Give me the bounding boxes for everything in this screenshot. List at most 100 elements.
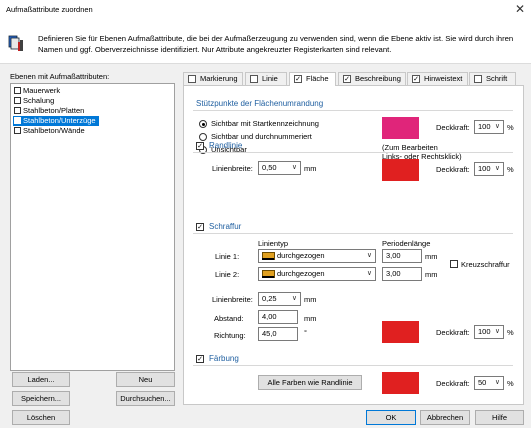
layer-icon bbox=[14, 87, 21, 94]
fill-checkbox[interactable]: ✓ bbox=[196, 355, 204, 363]
tab-hinweistext[interactable]: ✓ Hinweistext bbox=[407, 72, 468, 85]
hatch-title: Schraffur bbox=[209, 222, 242, 231]
new-button[interactable]: Neu bbox=[116, 372, 175, 387]
hatch-width-label: Linienbreite: bbox=[212, 295, 253, 304]
layers-label: Ebenen mit Aufmaßattributen: bbox=[10, 72, 110, 81]
spacing-label: Abstand: bbox=[214, 314, 244, 323]
tab-label: Linie bbox=[262, 74, 278, 83]
vertices-opacity-select[interactable]: 100 ∨ bbox=[474, 120, 504, 134]
info-text: Definieren Sie für Ebenen Aufmaßattribut… bbox=[38, 34, 514, 54]
layer-label: Schalung bbox=[23, 96, 55, 105]
layer-item[interactable]: Schalung bbox=[13, 96, 54, 106]
cross-hatch-checkbox[interactable] bbox=[450, 260, 458, 268]
layer-attributes-icon bbox=[8, 35, 23, 51]
layer-list[interactable]: Mauerwerk Schalung Stahlbeton/Platten St… bbox=[10, 83, 175, 371]
window-title: Aufmaßattribute zuordnen bbox=[6, 5, 93, 14]
layer-item-selected[interactable]: Stahlbeton/Unterzüge bbox=[13, 116, 99, 126]
mm-unit: mm bbox=[304, 295, 317, 304]
same-colors-button[interactable]: Alle Farben wie Randlinie bbox=[258, 375, 362, 390]
percent-unit: % bbox=[507, 165, 514, 174]
load-button[interactable]: Laden... bbox=[12, 372, 70, 387]
vertices-color-swatch[interactable] bbox=[382, 117, 419, 139]
opacity-label: Deckkraft: bbox=[436, 123, 470, 132]
direction-input[interactable]: 45,0 bbox=[258, 327, 298, 341]
border-opacity-select[interactable]: 100 ∨ bbox=[474, 162, 504, 176]
linetype-icon bbox=[262, 270, 275, 278]
radio-visible-numbered[interactable] bbox=[199, 133, 207, 141]
percent-unit: % bbox=[507, 328, 514, 337]
layer-icon bbox=[14, 127, 21, 134]
layer-item[interactable]: Stahlbeton/Platten bbox=[13, 106, 84, 116]
tab-checkbox[interactable] bbox=[250, 75, 258, 83]
line2-period-input[interactable]: 3,00 bbox=[382, 267, 422, 281]
opacity-label: Deckkraft: bbox=[436, 379, 470, 388]
line2-type-select[interactable]: durchgezogen ∨ bbox=[258, 267, 376, 281]
chevron-down-icon: ∨ bbox=[494, 328, 500, 335]
chevron-down-icon: ∨ bbox=[291, 164, 297, 171]
hatch-color-swatch[interactable] bbox=[382, 321, 419, 343]
layer-item[interactable]: Mauerwerk bbox=[13, 86, 60, 96]
fill-color-swatch[interactable] bbox=[382, 372, 419, 394]
percent-unit: % bbox=[507, 379, 514, 388]
tab-checkbox[interactable] bbox=[188, 75, 196, 83]
layer-icon bbox=[14, 107, 21, 114]
hatch-width-select[interactable]: 0,25 ∨ bbox=[258, 292, 301, 306]
chevron-down-icon: ∨ bbox=[366, 270, 372, 277]
help-button[interactable]: Hilfe bbox=[475, 410, 524, 425]
degree-unit: ° bbox=[304, 328, 307, 337]
linetype-icon bbox=[262, 252, 275, 260]
tab-label: Fläche bbox=[306, 74, 329, 83]
tab-beschreibung[interactable]: ✓ Beschreibung bbox=[338, 72, 406, 85]
tab-label: Schrift bbox=[486, 74, 508, 83]
tab-flaeche[interactable]: ✓ Fläche bbox=[289, 72, 336, 86]
percent-unit: % bbox=[507, 123, 514, 132]
section-divider bbox=[193, 110, 513, 111]
linetype-header: Linientyp bbox=[258, 239, 289, 248]
cancel-button[interactable]: Abbrechen bbox=[420, 410, 470, 425]
period-header: Periodenlänge bbox=[382, 239, 431, 248]
border-width-select[interactable]: 0,50 ∨ bbox=[258, 161, 301, 175]
cross-hatch-label: Kreuzschraffur bbox=[461, 260, 510, 269]
spacing-input[interactable]: 4,00 bbox=[258, 310, 298, 324]
line1-type-value: durchgezogen bbox=[277, 251, 325, 260]
layer-icon bbox=[14, 117, 21, 124]
fill-opacity-select[interactable]: 50 ∨ bbox=[474, 376, 504, 390]
vertices-title: Stützpunkte der Flächenumrandung bbox=[196, 99, 324, 108]
layer-label: Mauerwerk bbox=[23, 86, 61, 95]
tab-checkbox[interactable]: ✓ bbox=[294, 75, 302, 83]
delete-button[interactable]: Löschen bbox=[12, 410, 70, 425]
save-button[interactable]: Speichern... bbox=[12, 391, 70, 406]
line2-label: Linie 2: bbox=[215, 270, 240, 279]
radio-label: Sichtbar und durchnummeriert bbox=[211, 132, 312, 141]
section-divider bbox=[193, 233, 513, 234]
close-icon[interactable]: ✕ bbox=[515, 2, 525, 16]
mm-unit: mm bbox=[425, 252, 438, 261]
line1-period-input[interactable]: 3,00 bbox=[382, 249, 422, 263]
hatch-opacity-select[interactable]: 100 ∨ bbox=[474, 325, 504, 339]
fill-title: Färbung bbox=[209, 354, 239, 363]
chevron-down-icon: ∨ bbox=[291, 295, 297, 302]
tab-checkbox[interactable]: ✓ bbox=[412, 75, 420, 83]
border-width-value: 0,50 bbox=[262, 163, 277, 172]
tab-linie[interactable]: Linie bbox=[245, 72, 287, 85]
border-color-swatch[interactable] bbox=[382, 159, 419, 181]
border-checkbox[interactable]: ✓ bbox=[196, 142, 204, 150]
browse-button[interactable]: Durchsuchen... bbox=[116, 391, 175, 406]
ok-button[interactable]: OK bbox=[366, 410, 416, 425]
tab-checkbox[interactable] bbox=[474, 75, 482, 83]
direction-label: Richtung: bbox=[214, 331, 246, 340]
tab-label: Beschreibung bbox=[355, 74, 401, 83]
layer-item[interactable]: Stahlbeton/Wände bbox=[13, 126, 85, 136]
section-divider bbox=[193, 152, 513, 153]
tab-markierung[interactable]: Markierung bbox=[183, 72, 243, 85]
tab-schrift[interactable]: Schrift bbox=[469, 72, 516, 85]
line1-type-select[interactable]: durchgezogen ∨ bbox=[258, 249, 376, 263]
hatch-checkbox[interactable]: ✓ bbox=[196, 223, 204, 231]
tab-label: Hinweistext bbox=[424, 74, 463, 83]
opacity-value: 100 bbox=[478, 327, 491, 336]
layer-label: Stahlbeton/Platten bbox=[23, 106, 85, 115]
mm-unit: mm bbox=[304, 164, 317, 173]
radio-visible-start[interactable] bbox=[199, 120, 207, 128]
opacity-label: Deckkraft: bbox=[436, 328, 470, 337]
tab-checkbox[interactable]: ✓ bbox=[343, 75, 351, 83]
